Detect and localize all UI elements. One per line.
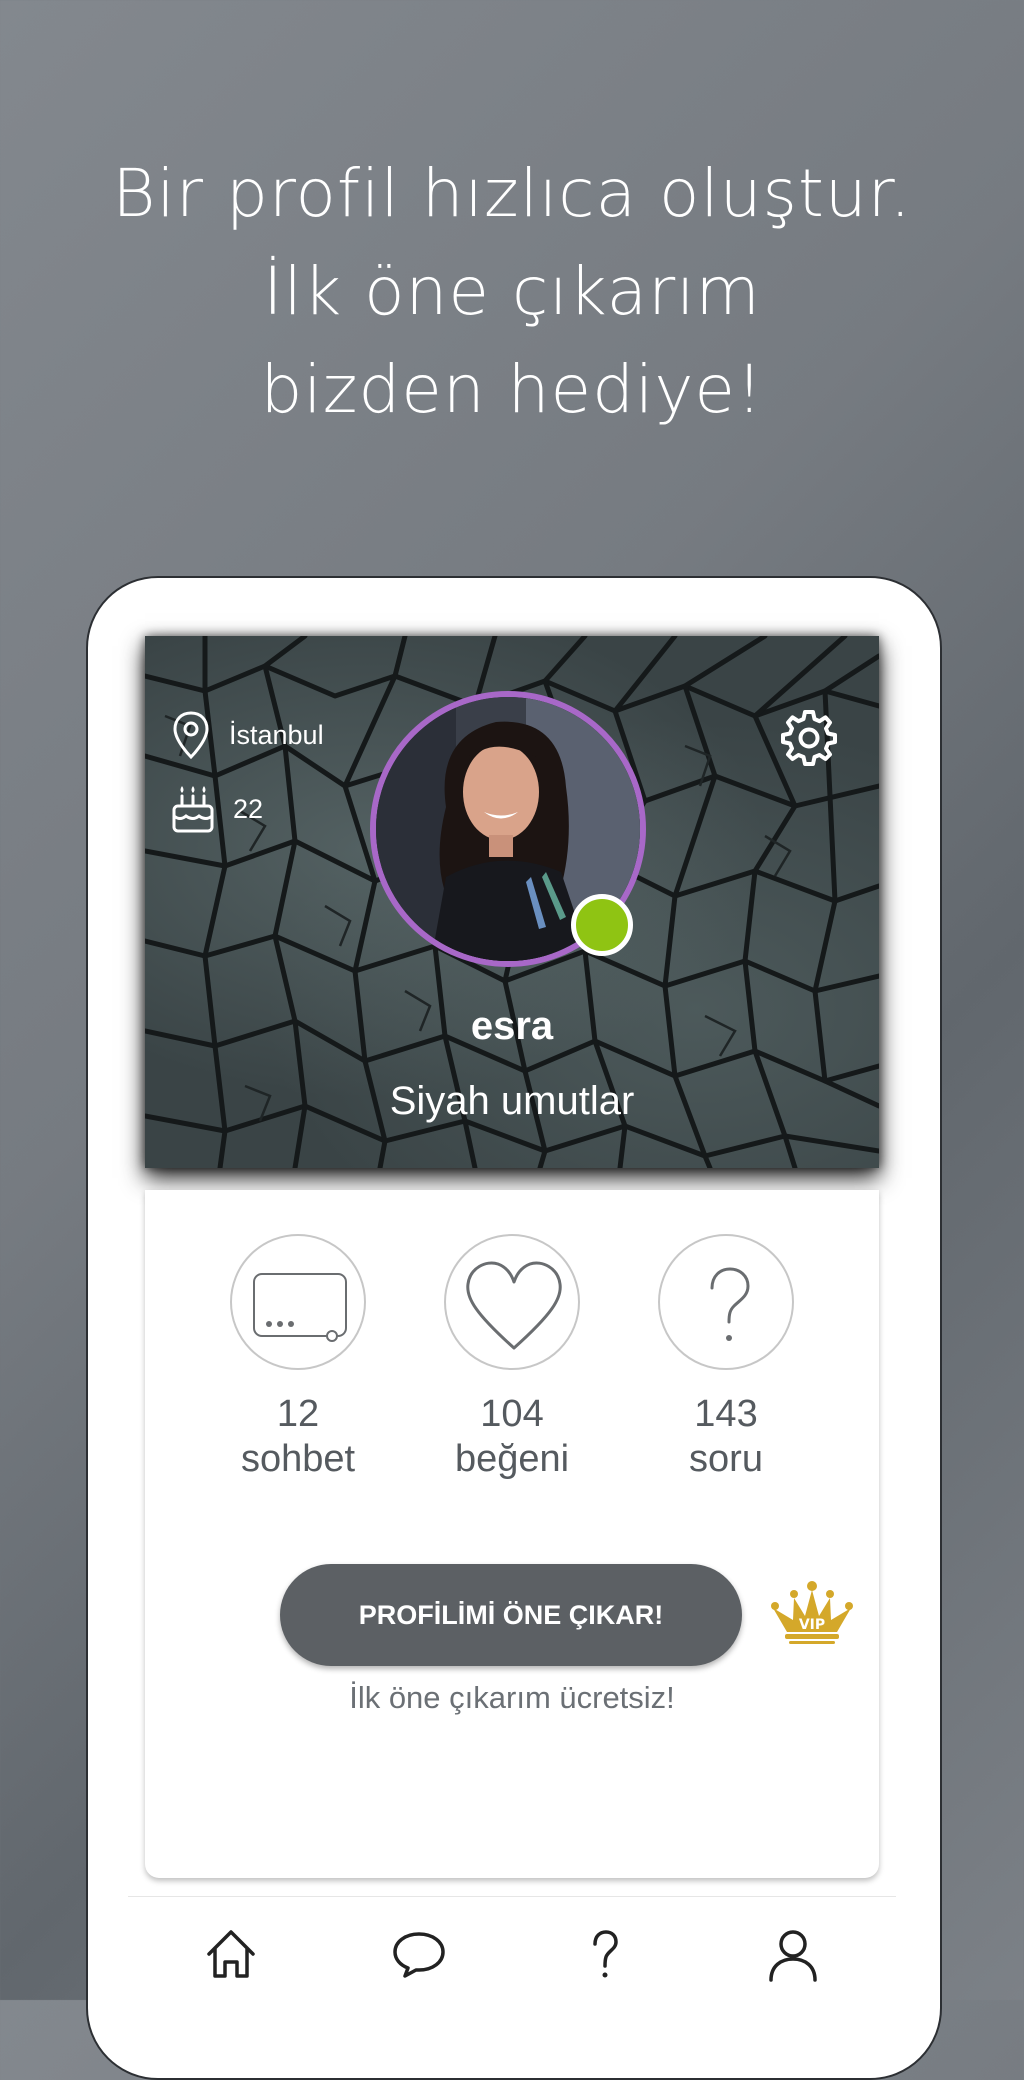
headline-line-3: bizden hediye! bbox=[260, 351, 764, 428]
headline-line-1: Bir profil hızlıca oluştur. bbox=[112, 155, 912, 232]
free-boost-note: İlk öne çıkarım ücretsiz! bbox=[349, 1680, 675, 1715]
stat-chats[interactable]: 12 sohbet bbox=[198, 1234, 398, 1482]
likes-count: 104 bbox=[480, 1393, 544, 1435]
questions-label: soru bbox=[689, 1438, 763, 1480]
bottom-nav-divider bbox=[128, 1896, 896, 1897]
home-icon[interactable] bbox=[201, 1924, 261, 1984]
stat-questions[interactable]: 143 soru bbox=[626, 1234, 826, 1482]
age-text: 22 bbox=[233, 793, 264, 824]
profile-stats-card: 12 sohbet 104 beğeni 143 soru PROFİLİMİ … bbox=[145, 1190, 879, 1878]
headline-line-2: İlk öne çıkarım bbox=[263, 253, 761, 330]
age-row: 22 bbox=[171, 784, 263, 834]
question-icon bbox=[710, 1267, 750, 1341]
questions-nav-icon[interactable] bbox=[575, 1924, 635, 1984]
location-text: İstanbul bbox=[229, 719, 324, 750]
online-status-indicator bbox=[571, 894, 633, 956]
stat-likes[interactable]: 104 beğeni bbox=[412, 1234, 612, 1482]
vip-crown-icon[interactable]: VIP bbox=[769, 1580, 855, 1646]
heart-icon bbox=[466, 1261, 562, 1350]
settings-gear-icon[interactable] bbox=[779, 708, 839, 768]
profile-header-card: İstanbul 22 esra Siyah umutlar bbox=[145, 636, 879, 1168]
stat-chats-button[interactable] bbox=[230, 1234, 366, 1370]
profile-status-message: Siyah umutlar bbox=[389, 1079, 635, 1123]
chats-label: sohbet bbox=[240, 1438, 356, 1480]
birthday-cake-icon bbox=[172, 786, 214, 833]
vip-badge-text: VIP bbox=[799, 1617, 825, 1633]
location-pin-icon bbox=[173, 711, 209, 760]
profile-name: esra bbox=[470, 1004, 554, 1048]
chats-count: 12 bbox=[276, 1393, 320, 1435]
profile-icon[interactable] bbox=[763, 1924, 823, 1984]
chat-bubble-icon[interactable] bbox=[389, 1924, 449, 1984]
questions-count: 143 bbox=[694, 1393, 758, 1435]
promo-headline: Bir profil hızlıca oluştur. İlk öne çıka… bbox=[0, 145, 1024, 439]
stat-questions-button[interactable] bbox=[658, 1234, 794, 1370]
location-row: İstanbul bbox=[171, 710, 324, 760]
likes-label: beğeni bbox=[454, 1438, 570, 1480]
chat-box-icon bbox=[253, 1273, 347, 1342]
stat-likes-button[interactable] bbox=[444, 1234, 580, 1370]
boost-profile-button[interactable]: PROFİLİMİ ÖNE ÇIKAR! bbox=[280, 1564, 742, 1666]
